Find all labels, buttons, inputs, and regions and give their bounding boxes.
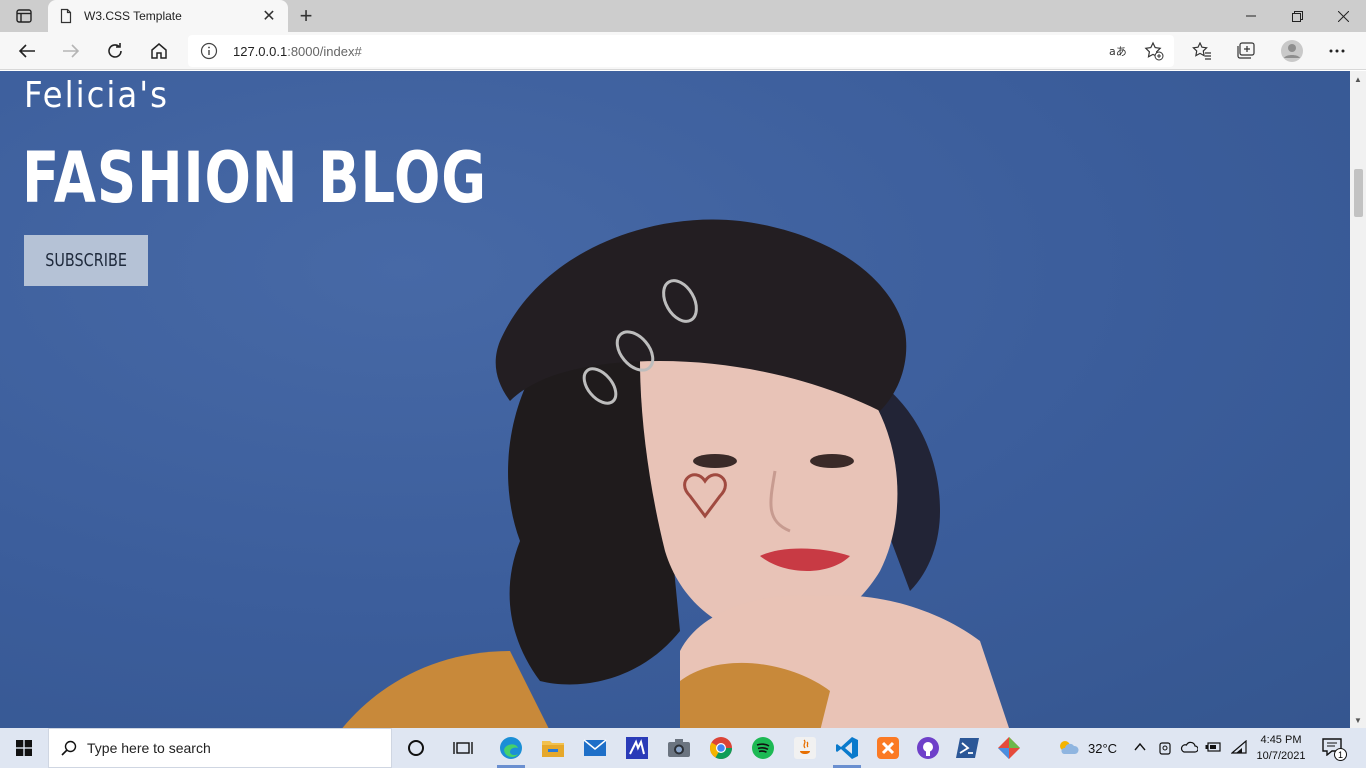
taskbar-java[interactable] — [789, 732, 821, 764]
taskbar-github[interactable] — [912, 732, 944, 764]
forward-arrow-icon — [63, 44, 80, 58]
tab-actions-icon — [16, 9, 32, 23]
page-viewport: Felicia's FASHION BLOG SUBSCRIBE — [0, 71, 1350, 728]
profile-button[interactable] — [1277, 36, 1307, 66]
system-clock[interactable]: 4:45 PM 10/7/2021 — [1250, 732, 1312, 764]
start-button[interactable] — [0, 728, 48, 768]
onedrive-icon[interactable] — [1180, 741, 1198, 753]
windows-logo-icon — [16, 740, 32, 756]
page-scrollbar[interactable]: ▲ ▼ — [1350, 71, 1366, 728]
taskbar-mail[interactable] — [579, 732, 611, 764]
home-button[interactable] — [144, 36, 174, 66]
task-view-button[interactable] — [447, 732, 479, 764]
restore-button[interactable] — [1274, 0, 1320, 32]
spotify-icon — [752, 737, 774, 759]
tab-active[interactable]: W3.CSS Template ✕ — [48, 0, 288, 32]
action-center-button[interactable]: 1 — [1322, 736, 1347, 761]
avatar-icon — [1281, 40, 1303, 62]
page-icon — [60, 8, 72, 24]
vscode-icon — [836, 737, 858, 759]
refresh-button[interactable] — [100, 36, 130, 66]
collections-icon — [1237, 42, 1255, 59]
search-icon — [61, 740, 77, 756]
clock-date: 10/7/2021 — [1256, 750, 1306, 762]
scroll-thumb[interactable] — [1354, 169, 1363, 217]
blog-title-heading: FASHION BLOG — [22, 137, 487, 219]
xampp-icon — [877, 737, 899, 759]
title-bar: W3.CSS Template ✕ + — [0, 0, 1366, 32]
battery-icon[interactable] — [1205, 741, 1221, 753]
cortana-icon — [408, 740, 424, 756]
refresh-icon — [108, 43, 122, 58]
mail-icon — [583, 739, 607, 756]
github-icon — [917, 737, 939, 759]
notification-count-badge: 1 — [1334, 748, 1347, 761]
favorites-button[interactable] — [1187, 36, 1217, 66]
taskbar-powershell[interactable] — [952, 732, 984, 764]
collections-button[interactable] — [1231, 36, 1261, 66]
terminal-icon — [956, 738, 979, 758]
app-icon — [626, 737, 648, 759]
restore-icon — [1291, 10, 1303, 22]
java-icon — [794, 737, 816, 759]
tab-actions-button[interactable] — [8, 4, 40, 28]
close-icon — [1337, 10, 1349, 22]
hero-portrait-image — [342, 219, 1009, 728]
taskbar-chrome[interactable] — [705, 732, 737, 764]
taskbar: Type here to search 32°C 4:45 PM 10/7/20… — [0, 728, 1366, 768]
folder-icon — [542, 741, 564, 757]
back-button[interactable] — [12, 36, 42, 66]
svg-text:aあ: aあ — [1109, 45, 1127, 58]
home-icon — [151, 43, 167, 59]
meet-now-icon[interactable] — [1158, 740, 1172, 756]
new-tab-button[interactable]: + — [294, 3, 318, 28]
minimize-button[interactable] — [1228, 0, 1274, 32]
weather-icon — [1060, 741, 1079, 754]
chevron-up-icon[interactable] — [1134, 742, 1146, 752]
settings-menu-button[interactable] — [1322, 36, 1352, 66]
taskbar-xampp[interactable] — [872, 732, 904, 764]
favorites-icon — [1192, 42, 1211, 60]
more-icon — [1329, 49, 1345, 53]
scroll-down-icon[interactable]: ▼ — [1350, 714, 1366, 726]
chrome-icon — [710, 737, 732, 759]
scroll-up-icon[interactable]: ▲ — [1350, 73, 1366, 85]
url-text: 127.0.0.1:8000/index# — [233, 44, 362, 59]
camera-icon — [668, 739, 690, 757]
tab-title: W3.CSS Template — [84, 9, 182, 23]
task-view-icon — [453, 742, 473, 754]
browser-toolbar: 127.0.0.1:8000/index# aあ — [0, 32, 1366, 70]
weather-temp: 32°C — [1088, 741, 1118, 756]
minimize-icon — [1246, 15, 1256, 17]
add-favorite-icon[interactable] — [1144, 41, 1164, 61]
git-icon — [998, 737, 1020, 759]
clock-time: 4:45 PM — [1260, 734, 1302, 746]
address-bar[interactable]: 127.0.0.1:8000/index# aあ — [188, 35, 1174, 67]
search-placeholder: Type here to search — [87, 740, 211, 756]
back-arrow-icon — [18, 44, 35, 58]
taskbar-git-app[interactable] — [993, 732, 1025, 764]
taskbar-vscode[interactable] — [831, 732, 863, 768]
close-tab-icon[interactable]: ✕ — [260, 7, 278, 25]
brand-top-heading: Felicia's — [24, 75, 170, 116]
site-info-icon[interactable] — [200, 42, 218, 60]
taskbar-file-explorer[interactable] — [537, 732, 569, 764]
close-window-button[interactable] — [1320, 0, 1366, 32]
edge-icon — [500, 737, 522, 759]
taskbar-app-blue[interactable] — [621, 732, 653, 764]
taskbar-edge[interactable] — [495, 732, 527, 768]
subscribe-button[interactable]: SUBSCRIBE — [24, 235, 148, 286]
taskbar-spotify[interactable] — [747, 732, 779, 764]
read-aloud-icon[interactable]: aあ — [1108, 41, 1128, 61]
taskbar-camera[interactable] — [663, 732, 695, 764]
wifi-icon[interactable] — [1231, 740, 1247, 754]
forward-button[interactable] — [56, 36, 86, 66]
cortana-button[interactable] — [400, 732, 432, 764]
taskbar-search-box[interactable]: Type here to search — [48, 728, 392, 768]
